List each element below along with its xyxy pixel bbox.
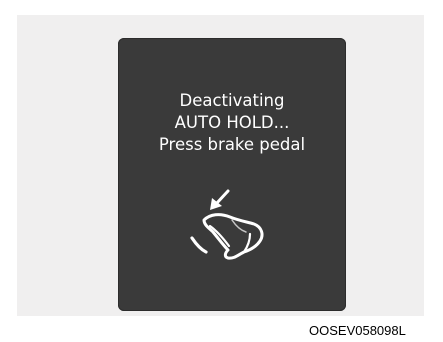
warning-message: Deactivating AUTO HOLD... Press brake pe… <box>118 90 346 156</box>
figure-code: OOSEV058098L <box>309 323 406 338</box>
message-line-2: AUTO HOLD... <box>174 113 290 132</box>
message-line-1: Deactivating <box>179 91 285 110</box>
foot-pressing-brake-pedal-icon <box>190 189 264 260</box>
cluster-display: Deactivating AUTO HOLD... Press brake pe… <box>118 38 346 311</box>
message-line-3: Press brake pedal <box>158 135 306 154</box>
